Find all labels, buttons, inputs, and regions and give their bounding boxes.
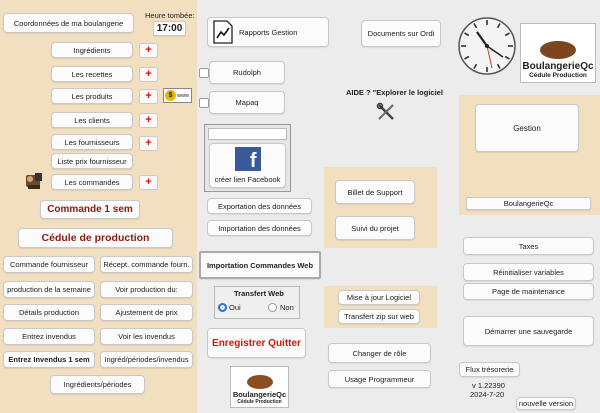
rapports-label: Rapports Gestion (239, 27, 298, 37)
transfert-zip-button[interactable]: Transfert zip sur web (338, 309, 420, 324)
bread-icon-large (540, 41, 576, 59)
cedule-production-button[interactable]: Cédule de production (18, 228, 173, 248)
bread-icon (246, 375, 273, 389)
mapaq-checkbox[interactable] (199, 98, 209, 108)
reinitialiser-button[interactable]: Réinitialiser variables (463, 263, 594, 281)
add-produit-button[interactable]: + (139, 89, 158, 104)
ajustement-prix-button[interactable]: Ajustement de prix (100, 304, 193, 321)
boulangerie-logo-large: BoulangerieQc Cédule Production (520, 23, 596, 83)
facebook-url-field[interactable] (208, 128, 287, 140)
boulangerie-logo-small: BoulangerieQc Cédule Production (230, 366, 289, 408)
nouvelle-version-button[interactable]: nouvelle version (516, 397, 576, 410)
commande-fournisseur-button[interactable]: Commande fournisseur (3, 256, 95, 273)
exportation-button[interactable]: Exportation des données (207, 198, 312, 214)
report-chart-icon (212, 20, 234, 44)
changer-role-button[interactable]: Changer de rôle (328, 343, 431, 363)
mapaq-button[interactable]: Mapaq (209, 91, 285, 114)
radio-non[interactable] (268, 303, 277, 312)
ingred-periodes-invendus-button[interactable]: Ingréd/périodes/invendus (100, 351, 193, 368)
maintenance-button[interactable]: Page de maintenance (463, 283, 594, 300)
add-client-button[interactable]: + (139, 113, 158, 128)
transfert-web-title: Transfert Web (234, 289, 284, 298)
ingredients-button[interactable]: Ingrédients (51, 42, 133, 58)
radio-oui[interactable] (218, 303, 227, 312)
dollar-icon: $ (165, 90, 176, 101)
voir-invendus-button[interactable]: Voir les invendus (100, 328, 193, 345)
www-icon[interactable]: $ www (163, 88, 192, 103)
small-logo-name: BoulangerieQc (232, 390, 287, 399)
importation-commandes-web-button[interactable]: Importation Commandes Web (199, 251, 321, 279)
enregistrer-quitter-button[interactable]: Enregistrer Quitter (207, 328, 306, 358)
gestion-button[interactable]: Gestion (475, 104, 579, 152)
add-commande-button[interactable]: + (139, 175, 158, 190)
rapports-gestion-button[interactable]: Rapports Gestion (207, 17, 329, 47)
suivi-projet-button[interactable]: Suivi du projet (335, 216, 415, 240)
fournisseurs-button[interactable]: Les fournisseurs (51, 134, 133, 150)
documents-ordi-button[interactable]: Documents sur Ordi (361, 20, 441, 47)
recettes-button[interactable]: Les recettes (51, 66, 133, 82)
usage-programmeur-button[interactable]: Usage Programmeur (328, 370, 431, 388)
ingredients-periodes-button[interactable]: Ingrédients/périodes (50, 375, 145, 394)
clients-button[interactable]: Les clients (51, 112, 133, 128)
small-logo-sub: Cédule Production (237, 399, 282, 405)
add-ingredient-button[interactable]: + (139, 43, 158, 58)
facebook-link-label: créer lien Facebook (214, 175, 281, 184)
demarrer-sauvegarde-button[interactable]: Démarrer une sauvegarde (463, 316, 594, 346)
add-recette-button[interactable]: + (139, 67, 158, 82)
analog-clock (457, 16, 517, 76)
billet-support-button[interactable]: Billet de Support (335, 180, 415, 204)
flux-tresorerie-button[interactable]: Flux trésorerie (459, 362, 520, 377)
radio-non-label: Non (280, 303, 294, 312)
commandes-button[interactable]: Les commandes (51, 174, 133, 190)
large-logo-name: BoulangerieQc (522, 61, 594, 72)
rudolph-checkbox[interactable] (199, 68, 209, 78)
aide-label: AIDE ? "Explorer le logiciel (346, 88, 443, 97)
company-name-field[interactable]: BoulangerieQc (466, 197, 591, 210)
rudolph-button[interactable]: Rudolph (209, 61, 285, 84)
coordonnees-button[interactable]: Coordonnées de ma boulangerie (3, 13, 134, 33)
facebook-icon: f (234, 147, 261, 172)
large-logo-sub: Cédule Production (529, 72, 587, 79)
reception-commande-button[interactable]: Récept. commande fourn. (100, 256, 193, 273)
version-label: v 1.22390 (472, 381, 505, 390)
voir-production-button[interactable]: Voir production du: (100, 281, 193, 298)
facebook-link-button[interactable]: f créer lien Facebook (209, 143, 286, 188)
entrez-invendus-button[interactable]: Entrez invendus (3, 328, 95, 345)
time-field[interactable]: 17:00 (153, 21, 186, 36)
produits-button[interactable]: Les produits (51, 88, 133, 104)
radio-oui-label: Oui (229, 303, 241, 312)
details-production-button[interactable]: Détails production (3, 304, 95, 321)
version-date-label: 2024-7-20 (470, 390, 505, 399)
importation-button[interactable]: Importation des données (207, 220, 312, 236)
taxes-button[interactable]: Taxes (463, 237, 594, 255)
tools-icon[interactable] (376, 102, 396, 122)
commandes-icon[interactable] (24, 171, 46, 191)
www-badge: www (177, 92, 189, 99)
time-label: Heure tombée: (145, 11, 195, 20)
mise-a-jour-button[interactable]: Mise à jour Logiciel (338, 290, 420, 305)
add-fournisseur-button[interactable]: + (139, 136, 158, 151)
entrez-invendus-sem-button[interactable]: Entrez Invendus 1 sem (3, 351, 95, 368)
liste-prix-button[interactable]: Liste prix fournisseur (51, 153, 133, 169)
commande-1-sem-button[interactable]: Commande 1 sem (40, 200, 140, 219)
production-semaine-button[interactable]: production de la semaine (3, 281, 95, 298)
